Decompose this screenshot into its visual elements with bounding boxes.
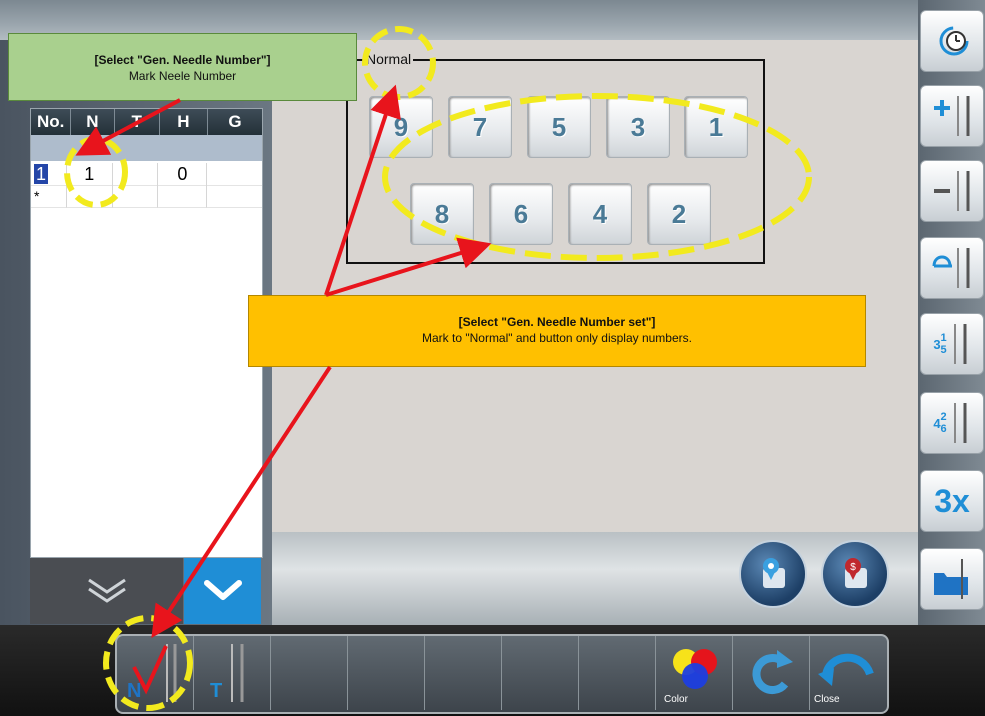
tool-slot-7[interactable]: [579, 636, 656, 710]
table-row[interactable]: *: [31, 185, 262, 208]
add-needle-button[interactable]: [920, 85, 984, 147]
minus-needle-icon: [934, 171, 970, 211]
page-down-button[interactable]: [30, 558, 183, 624]
row-number: *: [31, 185, 67, 208]
fraction-label: 4 2 6: [933, 411, 946, 435]
color-label: Color: [664, 694, 688, 705]
needle-button-8[interactable]: 8: [410, 183, 474, 245]
callout-title: [Select "Gen. Needle Number set"]: [458, 315, 656, 329]
needle-button-1[interactable]: 1: [684, 96, 748, 158]
row-number: 1: [34, 164, 49, 184]
cell-h[interactable]: [158, 185, 208, 208]
cell-g[interactable]: [207, 185, 262, 208]
cell-t[interactable]: [112, 163, 159, 186]
needle-number-tool-button[interactable]: N: [117, 636, 194, 710]
t-label: T: [210, 680, 223, 702]
color-button[interactable]: Color: [656, 636, 733, 710]
col-header-t: T: [115, 109, 160, 135]
cell-h[interactable]: 0: [158, 163, 208, 186]
cell-t[interactable]: [112, 185, 159, 208]
double-chevron-down-icon: [87, 578, 126, 603]
undo-arrow-icon: [818, 653, 874, 686]
callout-body: Mark to "Normal" and button only display…: [422, 331, 692, 345]
close-button[interactable]: Close: [810, 636, 882, 710]
callout-title: [Select "Gen. Needle Number"]: [94, 53, 271, 67]
table-row[interactable]: 1 1 0: [31, 163, 262, 186]
fraction-whole: 4: [933, 415, 941, 431]
table-header: No. N T H G: [31, 109, 262, 135]
plus-needle-icon: [934, 96, 970, 136]
needle-table: No. N T H G 1 1 0 *: [30, 108, 263, 558]
even-needle-button[interactable]: 4 2 6: [920, 392, 984, 454]
fraction-label: 3 1 5: [933, 332, 946, 356]
history-button[interactable]: [920, 10, 984, 72]
close-label: Close: [814, 694, 840, 705]
remove-needle-button[interactable]: [920, 160, 984, 222]
needle-type-tool-button[interactable]: T: [194, 636, 271, 710]
needle-button-3[interactable]: 3: [606, 96, 670, 158]
needle-button-6[interactable]: 6: [489, 183, 553, 245]
needle-button-5[interactable]: 5: [527, 96, 591, 158]
cell-n[interactable]: 1: [66, 163, 113, 186]
needle-icon: [953, 403, 967, 443]
tool-slot-3[interactable]: [271, 636, 348, 710]
fraction-whole: 3: [933, 336, 941, 352]
needle-setting-button[interactable]: $: [821, 540, 889, 608]
dollar-pin-icon: $: [845, 558, 867, 588]
chevron-down-icon: [203, 580, 242, 600]
needle-location-button[interactable]: [739, 540, 807, 608]
cell-g[interactable]: [207, 163, 262, 186]
selected-row-band: [31, 135, 262, 161]
clock-rotate-icon: [939, 26, 969, 56]
col-header-g: G: [228, 112, 242, 131]
col-header-no: No.: [31, 109, 72, 135]
redo-button[interactable]: [733, 636, 810, 710]
color-wheel-icon: [673, 649, 717, 689]
scroll-down-button[interactable]: [184, 558, 261, 624]
needle-icon: [953, 324, 967, 364]
folder-needle-button[interactable]: [920, 548, 984, 610]
callout-gen-needle-number: [Select "Gen. Needle Number"] Mark Neele…: [8, 33, 357, 101]
n-label: N: [127, 680, 142, 702]
tool-slot-5[interactable]: [425, 636, 502, 710]
callout-body: Mark Neele Number: [128, 69, 237, 83]
needle-button-2[interactable]: 2: [647, 183, 711, 245]
col-header-n: N: [71, 109, 115, 135]
refresh-icon: [752, 650, 793, 695]
callout-gen-needle-number-set: [Select "Gen. Needle Number set"] Mark t…: [248, 295, 866, 367]
folder-needle-icon: [934, 559, 968, 599]
svg-text:$: $: [850, 562, 856, 573]
col-header-h: H: [160, 109, 208, 135]
cell-n[interactable]: [66, 185, 113, 208]
tool-slot-6[interactable]: [502, 636, 579, 710]
loop-needle-button[interactable]: [920, 237, 984, 299]
multiplier-button[interactable]: 3x: [920, 470, 984, 532]
group-label-normal: Normal: [364, 51, 414, 67]
location-pin-icon: [763, 558, 785, 588]
needle-button-9[interactable]: 9: [369, 96, 433, 158]
needle-t-icon: [231, 644, 244, 702]
needle-button-4[interactable]: 4: [568, 183, 632, 245]
needle-button-7[interactable]: 7: [448, 96, 512, 158]
loop-needle-icon: [932, 248, 970, 288]
tool-slot-4[interactable]: [348, 636, 425, 710]
odd-needle-button[interactable]: 3 1 5: [920, 313, 984, 375]
